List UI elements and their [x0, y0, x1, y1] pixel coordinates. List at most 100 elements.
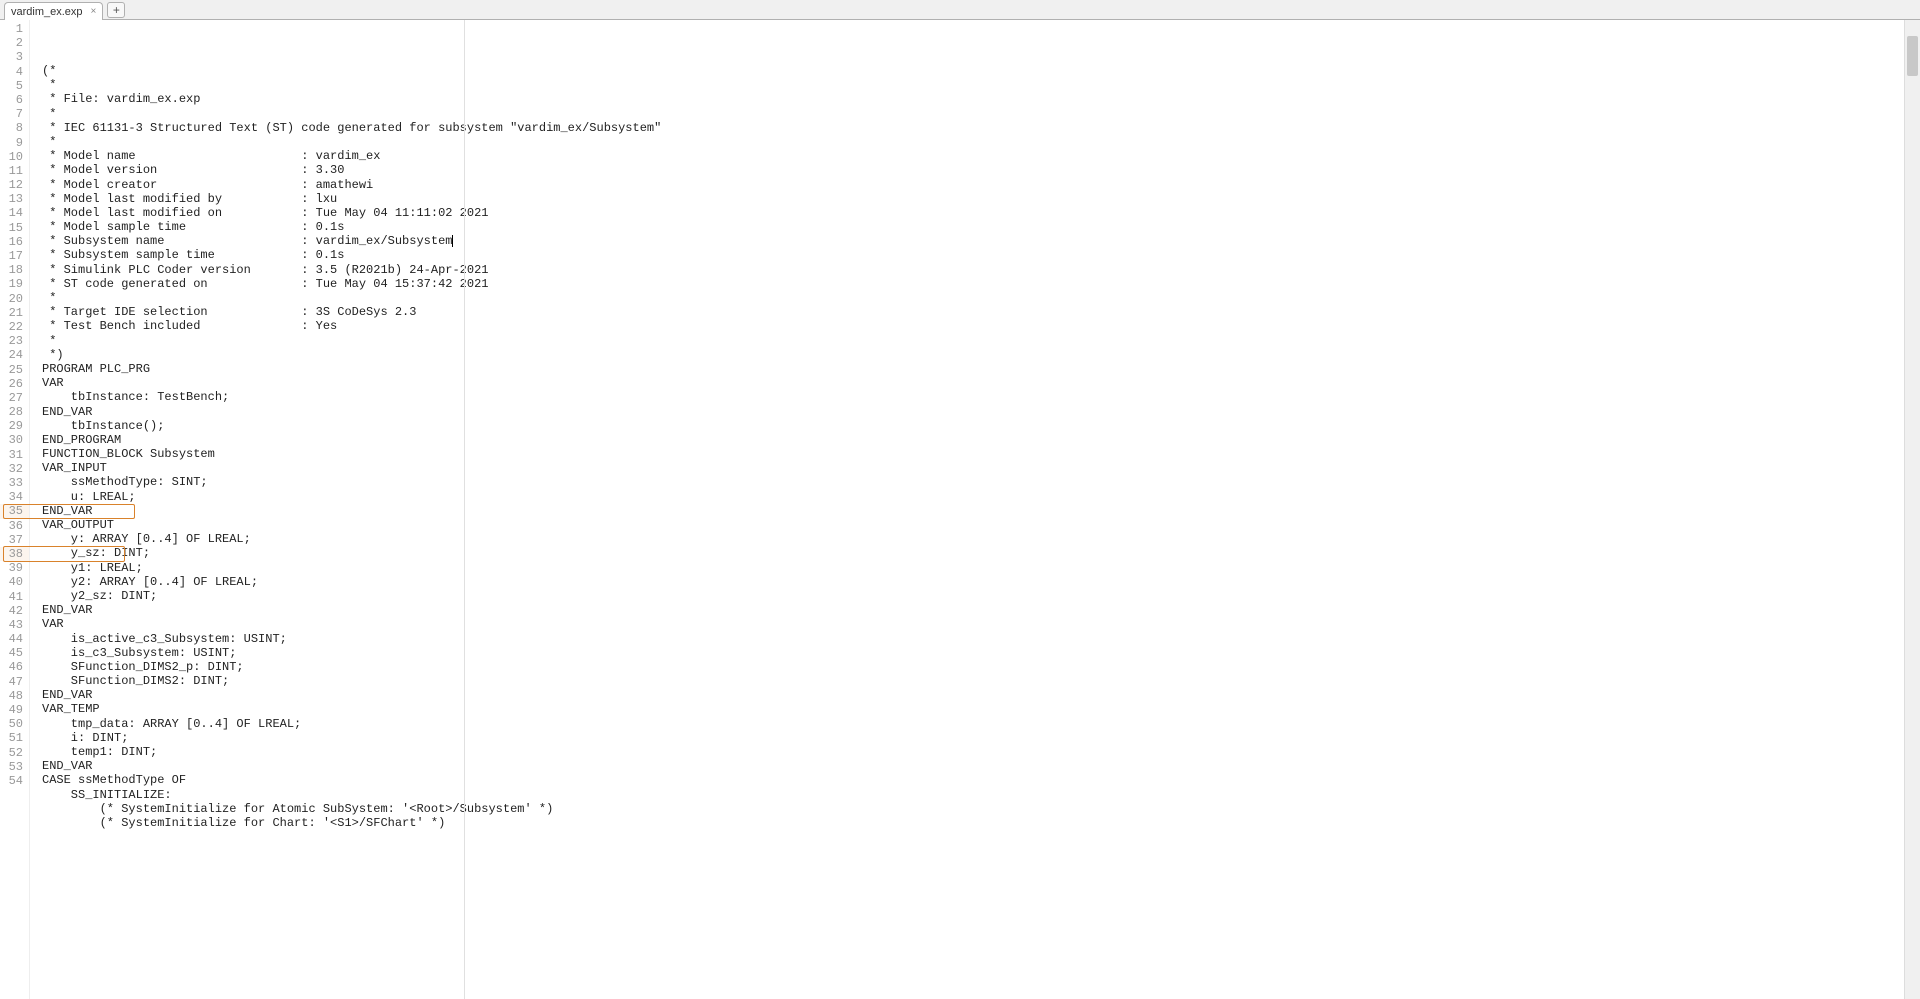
code-line[interactable]: END_VAR: [42, 688, 1920, 702]
code-line[interactable]: * Simulink PLC Coder version : 3.5 (R202…: [42, 263, 1920, 277]
code-line[interactable]: is_c3_Subsystem: USINT;: [42, 646, 1920, 660]
line-number: 4: [0, 65, 29, 79]
code-line[interactable]: *: [42, 107, 1920, 121]
code-line[interactable]: y_sz: DINT;: [42, 546, 1920, 560]
code-line[interactable]: (* SystemInitialize for Atomic SubSystem…: [42, 802, 1920, 816]
line-number: 2: [0, 36, 29, 50]
line-number: 36: [0, 519, 29, 533]
code-line[interactable]: * Model sample time : 0.1s: [42, 220, 1920, 234]
line-number: 1: [0, 22, 29, 36]
line-number: 32: [0, 462, 29, 476]
code-line[interactable]: *: [42, 135, 1920, 149]
code-line[interactable]: *): [42, 348, 1920, 362]
code-line[interactable]: *: [42, 334, 1920, 348]
line-number: 8: [0, 121, 29, 135]
code-line[interactable]: y2: ARRAY [0..4] OF LREAL;: [42, 575, 1920, 589]
line-number: 16: [0, 235, 29, 249]
line-number: 25: [0, 363, 29, 377]
close-icon[interactable]: ×: [91, 6, 97, 17]
code-line[interactable]: SFunction_DIMS2_p: DINT;: [42, 660, 1920, 674]
line-number: 5: [0, 79, 29, 93]
line-number: 13: [0, 192, 29, 206]
line-number-gutter: 1234567891011121314151617181920212223242…: [0, 20, 30, 999]
line-number: 40: [0, 575, 29, 589]
code-line[interactable]: END_PROGRAM: [42, 433, 1920, 447]
line-number: 26: [0, 377, 29, 391]
line-number: 49: [0, 703, 29, 717]
line-number: 18: [0, 263, 29, 277]
code-line[interactable]: VAR_OUTPUT: [42, 518, 1920, 532]
code-line[interactable]: END_VAR: [42, 504, 1920, 518]
line-number: 51: [0, 731, 29, 745]
line-number: 14: [0, 206, 29, 220]
tab-bar: vardim_ex.exp × +: [0, 0, 1920, 20]
line-number: 15: [0, 221, 29, 235]
code-line[interactable]: END_VAR: [42, 759, 1920, 773]
code-line[interactable]: * ST code generated on : Tue May 04 15:3…: [42, 277, 1920, 291]
code-line[interactable]: i: DINT;: [42, 731, 1920, 745]
code-line[interactable]: * Model last modified on : Tue May 04 11…: [42, 206, 1920, 220]
code-line[interactable]: SS_INITIALIZE:: [42, 788, 1920, 802]
code-line[interactable]: *: [42, 78, 1920, 92]
line-number: 34: [0, 490, 29, 504]
line-number: 22: [0, 320, 29, 334]
line-number: 28: [0, 405, 29, 419]
code-line[interactable]: * File: vardim_ex.exp: [42, 92, 1920, 106]
line-number: 24: [0, 348, 29, 362]
code-line[interactable]: (* SystemInitialize for Chart: '<S1>/SFC…: [42, 816, 1920, 830]
code-line[interactable]: * Target IDE selection : 3S CoDeSys 2.3: [42, 305, 1920, 319]
code-line[interactable]: CASE ssMethodType OF: [42, 773, 1920, 787]
add-tab-button[interactable]: +: [107, 2, 125, 18]
code-line[interactable]: y2_sz: DINT;: [42, 589, 1920, 603]
code-line[interactable]: * IEC 61131-3 Structured Text (ST) code …: [42, 121, 1920, 135]
line-number: 7: [0, 107, 29, 121]
code-line[interactable]: SFunction_DIMS2: DINT;: [42, 674, 1920, 688]
line-number: 21: [0, 306, 29, 320]
code-line[interactable]: y1: LREAL;: [42, 561, 1920, 575]
code-line[interactable]: * Subsystem sample time : 0.1s: [42, 248, 1920, 262]
line-number: 19: [0, 277, 29, 291]
code-line[interactable]: *: [42, 291, 1920, 305]
line-number: 30: [0, 433, 29, 447]
code-line[interactable]: PROGRAM PLC_PRG: [42, 362, 1920, 376]
code-line[interactable]: is_active_c3_Subsystem: USINT;: [42, 632, 1920, 646]
line-number: 42: [0, 604, 29, 618]
code-line[interactable]: * Model last modified by : lxu: [42, 192, 1920, 206]
file-tab[interactable]: vardim_ex.exp ×: [4, 2, 103, 20]
line-number: 46: [0, 660, 29, 674]
line-number: 35: [0, 504, 29, 518]
code-line[interactable]: * Model name : vardim_ex: [42, 149, 1920, 163]
line-number: 29: [0, 419, 29, 433]
code-line[interactable]: ssMethodType: SINT;: [42, 475, 1920, 489]
line-number: 50: [0, 717, 29, 731]
line-number: 44: [0, 632, 29, 646]
code-line[interactable]: y: ARRAY [0..4] OF LREAL;: [42, 532, 1920, 546]
code-line[interactable]: * Subsystem name : vardim_ex/Subsystem: [42, 234, 1920, 248]
code-line[interactable]: tbInstance: TestBench;: [42, 390, 1920, 404]
line-number: 47: [0, 675, 29, 689]
line-number: 41: [0, 590, 29, 604]
line-number: 9: [0, 136, 29, 150]
code-line[interactable]: * Model creator : amathewi: [42, 178, 1920, 192]
scroll-thumb[interactable]: [1907, 36, 1918, 76]
code-line[interactable]: tbInstance();: [42, 419, 1920, 433]
code-line[interactable]: temp1: DINT;: [42, 745, 1920, 759]
code-area[interactable]: (* * * File: vardim_ex.exp * * IEC 61131…: [30, 20, 1920, 999]
code-line[interactable]: VAR_TEMP: [42, 702, 1920, 716]
code-line[interactable]: VAR: [42, 376, 1920, 390]
vertical-scrollbar[interactable]: [1904, 20, 1920, 999]
code-line[interactable]: FUNCTION_BLOCK Subsystem: [42, 447, 1920, 461]
code-line[interactable]: (*: [42, 64, 1920, 78]
code-line[interactable]: * Test Bench included : Yes: [42, 319, 1920, 333]
vertical-guide: [464, 20, 465, 999]
code-line[interactable]: VAR_INPUT: [42, 461, 1920, 475]
code-line[interactable]: END_VAR: [42, 405, 1920, 419]
code-line[interactable]: END_VAR: [42, 603, 1920, 617]
code-line[interactable]: tmp_data: ARRAY [0..4] OF LREAL;: [42, 717, 1920, 731]
code-line[interactable]: * Model version : 3.30: [42, 163, 1920, 177]
code-line[interactable]: u: LREAL;: [42, 490, 1920, 504]
code-line[interactable]: VAR: [42, 617, 1920, 631]
line-number: 3: [0, 50, 29, 64]
line-number: 38: [0, 547, 29, 561]
tab-label: vardim_ex.exp: [11, 6, 83, 18]
